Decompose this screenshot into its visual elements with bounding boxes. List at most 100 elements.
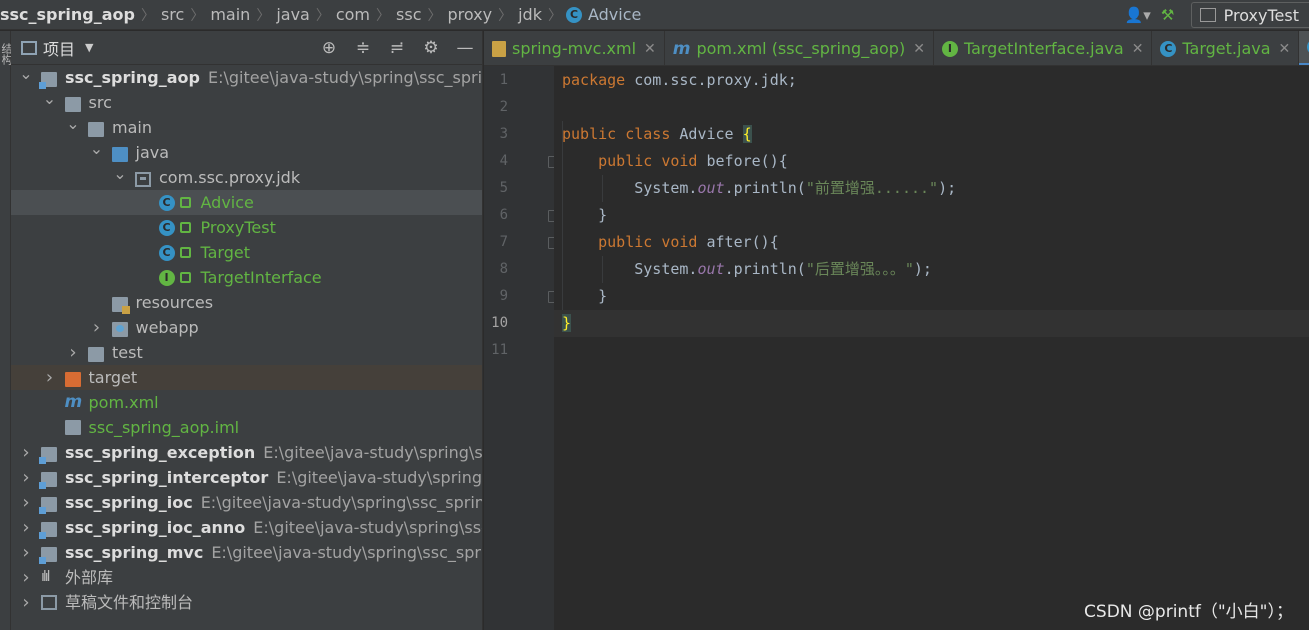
breadcrumb-item[interactable]: 〉 ssc	[376, 0, 427, 29]
chevron-down-icon[interactable]: ▼	[85, 41, 93, 54]
tree-item[interactable]: resources	[11, 290, 482, 315]
module-path: E:\gitee\java-study\spring\ssc_spring_io…	[253, 518, 482, 537]
editor-area: spring-mvc.xml ✕ m pom.xml (ssc_spring_aop)…	[484, 31, 1309, 630]
tree-item[interactable]: ssc_spring_aop.iml	[11, 415, 482, 440]
chevron-down-icon[interactable]: ⌄	[90, 136, 104, 161]
breadcrumb-label: java	[276, 5, 310, 24]
tree-item[interactable]: ⌄ main	[11, 114, 482, 140]
user-icon[interactable]: 👤▾	[1123, 0, 1153, 30]
tree-item[interactable]: C ProxyTest	[11, 215, 482, 240]
breadcrumb-item[interactable]: ssc_spring_aop	[0, 0, 141, 29]
code-line[interactable]: package com.ssc.proxy.jdk;	[554, 67, 1309, 94]
tree-item-name: src	[88, 93, 112, 112]
code-line[interactable]: System.out.println("前置增强......");	[554, 175, 1309, 202]
expand-all-icon[interactable]: ≑	[346, 31, 380, 65]
code-line[interactable]: public void before(){	[554, 148, 1309, 175]
chevron-down-icon[interactable]: ⌄	[43, 86, 57, 111]
close-icon[interactable]: ✕	[644, 41, 656, 57]
breadcrumb-separator-icon: 〉	[315, 7, 330, 24]
breadcrumb-item[interactable]: 〉 src	[141, 0, 190, 29]
tree-item[interactable]: ⌄ src	[11, 89, 482, 115]
chevron-right-icon[interactable]: ›	[90, 315, 104, 340]
close-icon[interactable]: ✕	[913, 41, 925, 57]
run-config-icon	[1199, 8, 1216, 22]
breadcrumb-item[interactable]: 〉 java	[256, 0, 316, 29]
tree-item-name: ProxyTest	[200, 218, 276, 237]
run-config-selector[interactable]: ProxyTest	[1190, 2, 1309, 28]
code-line[interactable]	[554, 94, 1309, 121]
tree-item[interactable]: C Advice	[11, 190, 482, 215]
module-path: E:\gitee\java-study\spring\ssc_spring_in…	[276, 468, 483, 487]
editor-tab[interactable]: I TargetInterface.java ✕	[934, 31, 1153, 65]
collapse-all-icon[interactable]: ≓	[380, 31, 414, 65]
editor-tab[interactable]: C Target.java ✕	[1152, 31, 1300, 65]
tree-item[interactable]: ⌄ com.ssc.proxy.jdk	[11, 164, 482, 190]
breadcrumb-label: jdk	[518, 5, 542, 24]
editor-tab[interactable]: m pom.xml (ssc_spring_aop) ✕	[665, 31, 934, 65]
breadcrumb-item[interactable]: 〉 C Advice	[548, 0, 647, 29]
tree-item[interactable]: I TargetInterface	[11, 265, 482, 290]
code-line[interactable]: }	[554, 310, 1309, 337]
gear-icon[interactable]: ⚙	[414, 31, 448, 65]
tree-item[interactable]: › ssc_spring_ioc_anno E:\gitee\java-study\…	[11, 515, 482, 540]
run-config-label: ProxyTest	[1223, 5, 1299, 25]
module-folder-icon	[39, 547, 57, 564]
chevron-down-icon[interactable]: ⌄	[66, 111, 80, 136]
code-line[interactable]: public void after(){	[554, 229, 1309, 256]
editor-tab-bar: spring-mvc.xml ✕ m pom.xml (ssc_spring_aop)…	[484, 31, 1309, 66]
tree-item[interactable]: C Target	[11, 240, 482, 265]
code-line[interactable]: System.out.println("后置增强。。。");	[554, 256, 1309, 283]
minimize-icon[interactable]: —	[448, 31, 482, 65]
breadcrumb-item[interactable]: 〉 com	[315, 0, 376, 29]
breadcrumb-item[interactable]: 〉 proxy	[427, 0, 498, 29]
tree-item[interactable]: m pom.xml	[11, 390, 482, 415]
tree-item-label: webapp	[136, 315, 199, 340]
tree-item[interactable]: › webapp	[11, 315, 482, 340]
tree-item[interactable]: › ılıl 外部库	[11, 565, 482, 590]
line-number: 9	[499, 288, 508, 304]
tree-item[interactable]: › 草稿文件和控制台	[11, 590, 482, 615]
chevron-right-icon[interactable]: ›	[19, 440, 33, 465]
editor-tab[interactable]: spring-mvc.xml ✕	[484, 31, 665, 65]
chevron-down-icon[interactable]: ⌄	[19, 61, 33, 86]
tree-item[interactable]: › ssc_spring_ioc E:\gitee\java-study\sprin…	[11, 490, 482, 515]
tree-item[interactable]: › test	[11, 340, 482, 365]
close-icon[interactable]: ✕	[1132, 41, 1144, 57]
breadcrumb-item[interactable]: 〉 jdk	[498, 0, 548, 29]
chevron-right-icon[interactable]: ›	[19, 540, 33, 565]
chevron-right-icon[interactable]: ›	[66, 340, 80, 365]
tree-item[interactable]: › ssc_spring_mvc E:\gitee\java-study\sprin…	[11, 540, 482, 565]
folder-icon	[64, 97, 81, 112]
tree-item[interactable]: › target	[11, 365, 482, 390]
line-number: 3	[499, 126, 508, 142]
chevron-right-icon[interactable]: ›	[19, 590, 33, 615]
interface-icon: I	[158, 270, 175, 286]
code-line[interactable]: }	[554, 202, 1309, 229]
code-line[interactable]	[554, 337, 1309, 364]
build-hammer-icon[interactable]: ⚒	[1153, 0, 1183, 30]
code-line[interactable]: }	[554, 283, 1309, 310]
code-editor[interactable]: package com.ssc.proxy.jdk; public class A…	[554, 66, 1309, 630]
tree-item[interactable]: › ssc_spring_interceptor E:\gitee\java-stu…	[11, 465, 483, 490]
xml-file-icon	[492, 40, 506, 57]
editor-tab[interactable]: CAdvice.java✕	[1299, 31, 1309, 65]
line-number: 11	[491, 342, 508, 358]
chevron-right-icon[interactable]: ›	[19, 515, 33, 540]
chevron-right-icon[interactable]: ›	[19, 490, 33, 515]
tree-item-name: test	[112, 343, 143, 362]
breadcrumb-item[interactable]: 〉 main	[190, 0, 256, 29]
lock-icon	[179, 222, 191, 233]
chevron-down-icon[interactable]: ⌄	[113, 161, 127, 186]
chevron-right-icon[interactable]: ›	[19, 465, 33, 490]
class-icon: C	[1160, 40, 1177, 57]
project-view-selector[interactable]: 项目	[43, 36, 75, 60]
chevron-right-icon[interactable]: ›	[43, 365, 57, 390]
tree-item[interactable]: ⌄ ssc_spring_aop E:\gitee\java-study\sprin…	[11, 64, 482, 90]
locate-icon[interactable]: ⊕	[312, 31, 346, 65]
tree-item-name: ssc_spring_mvc	[65, 543, 204, 562]
tree-item[interactable]: ⌄ java	[11, 139, 482, 165]
tree-item[interactable]: › ssc_spring_exception E:\gitee\java-study…	[11, 440, 482, 465]
close-icon[interactable]: ✕	[1279, 41, 1291, 57]
chevron-right-icon[interactable]: ›	[19, 565, 33, 590]
code-line[interactable]: public class Advice {	[554, 121, 1309, 148]
